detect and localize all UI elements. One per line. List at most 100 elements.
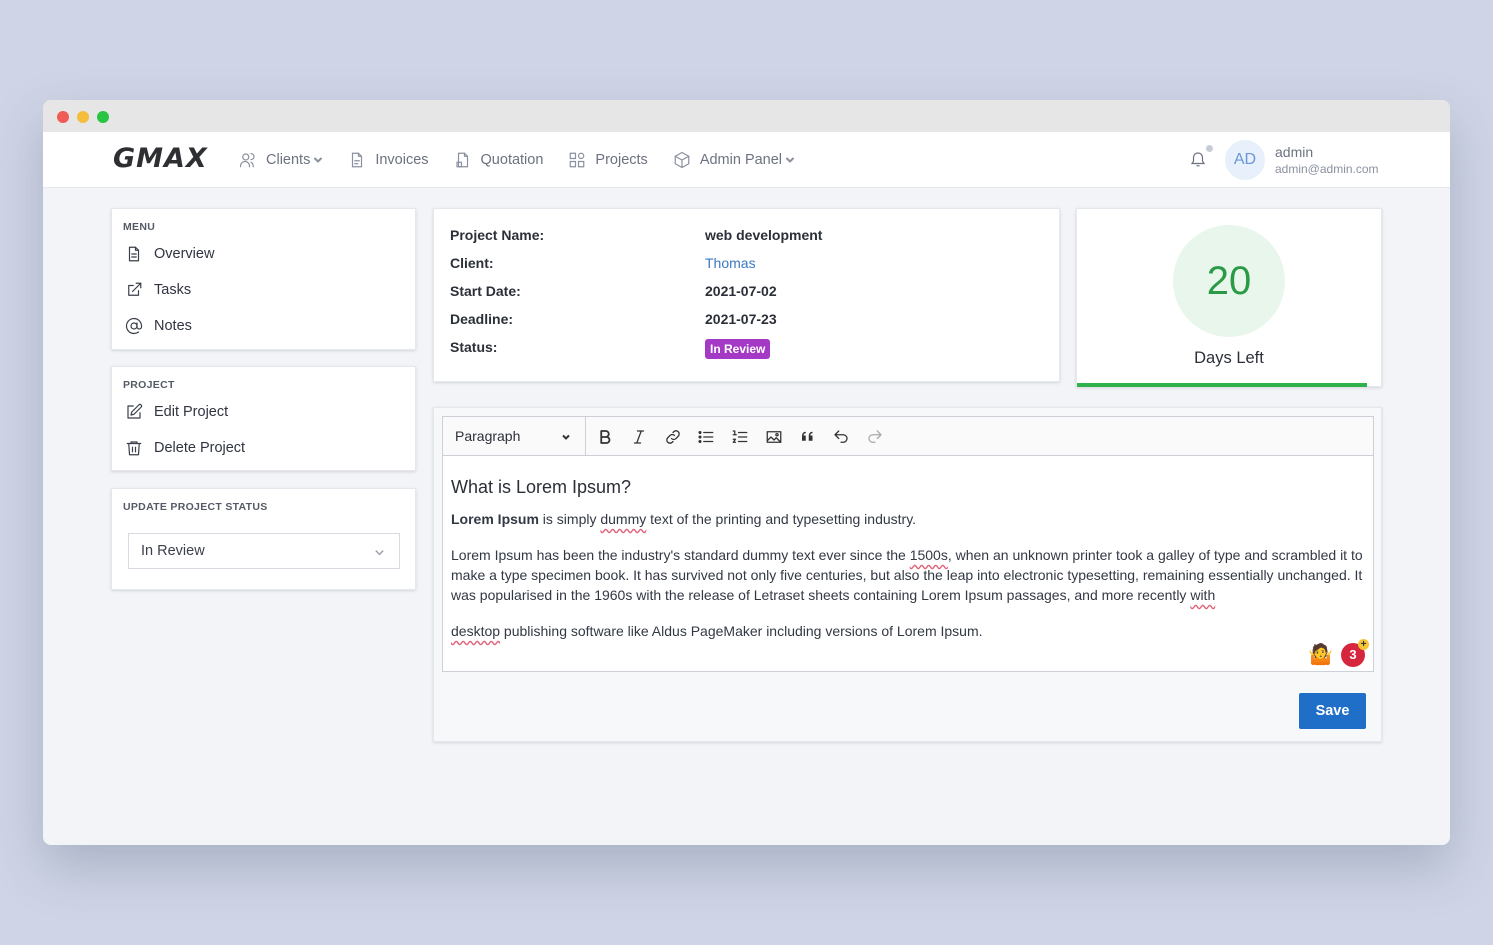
deadline-label: Deadline: [450, 311, 514, 327]
menu-item-label: Tasks [154, 282, 192, 298]
bulleted-list-icon [698, 430, 714, 444]
nav-item-label: Clients [266, 152, 311, 168]
undo-button[interactable] [830, 426, 852, 448]
editor-paragraph-1: Lorem Ipsum is simply dummy text of the … [451, 509, 1365, 529]
menu-item-notes[interactable]: Notes [125, 317, 192, 335]
status-label: Status: [450, 339, 498, 355]
undo-icon [834, 430, 848, 443]
spellcheck-word[interactable]: with [1190, 587, 1215, 603]
project-card: PROJECT Edit Project Delete Project [111, 366, 416, 471]
menu-item-tasks[interactable]: Tasks [125, 281, 191, 299]
text-run: publishing software like Aldus PageMaker… [500, 623, 983, 639]
menu-item-label: Edit Project [154, 404, 229, 420]
days-left-label: Days Left [1194, 349, 1264, 367]
editor-paragraph-2: Lorem Ipsum has been the industry's stan… [451, 545, 1365, 605]
insert-image-button[interactable] [763, 426, 785, 448]
status-select-value: In Review [141, 543, 205, 559]
days-left-card: 20 Days Left [1076, 208, 1382, 387]
bell-icon [1190, 152, 1206, 167]
bold-icon [600, 430, 611, 444]
days-left-progress-bar [1077, 383, 1367, 387]
trash-icon [126, 441, 142, 456]
numbered-list-icon [732, 430, 748, 443]
nav-item-label: Invoices [375, 152, 429, 168]
editor-content[interactable]: What is Lorem Ipsum? Lorem Ipsum is simp… [442, 455, 1374, 672]
user-email: admin@admin.com [1275, 162, 1379, 176]
editor-toolbar: Paragraph [442, 416, 1374, 456]
notification-dot [1206, 145, 1213, 152]
nav-item-quotation[interactable]: Quotation [454, 151, 544, 169]
save-button[interactable]: Save [1299, 693, 1366, 729]
status-select[interactable]: In Review [128, 533, 400, 569]
delete-project-button[interactable]: Delete Project [125, 439, 245, 457]
nav-menu: Clients Invoices Quotation Projects Admi… [239, 132, 820, 188]
file-text-icon [128, 246, 140, 262]
edit-project-button[interactable]: Edit Project [125, 403, 228, 421]
link-icon [666, 430, 680, 444]
minimize-window-button[interactable] [77, 111, 89, 123]
users-icon [239, 153, 255, 168]
menu-item-label: Overview [154, 246, 215, 262]
italic-button[interactable] [628, 426, 650, 448]
chevron-down-icon [314, 157, 323, 163]
block-quote-button[interactable] [797, 426, 819, 448]
editor-paragraph-3: desktop publishing software like Aldus P… [451, 621, 1365, 641]
menu-item-label: Notes [154, 318, 192, 334]
quote-icon [802, 431, 813, 441]
spellcheck-word[interactable]: dummy [600, 511, 646, 527]
file-icon [352, 152, 363, 168]
menu-item-overview[interactable]: Overview [125, 245, 214, 263]
project-title: PROJECT [123, 379, 175, 391]
nav-item-invoices[interactable]: Invoices [348, 151, 429, 169]
nav-item-admin-panel[interactable]: Admin Panel [673, 151, 795, 169]
collaborators-widget[interactable]: 🤷 3 + [1308, 639, 1369, 667]
nav-item-projects[interactable]: Projects [568, 151, 648, 169]
external-link-icon [128, 282, 142, 296]
app-logo[interactable]: GMAX [113, 143, 208, 174]
text-run: Lorem Ipsum has been the industry's stan… [451, 547, 910, 563]
chevron-down-icon [786, 157, 795, 163]
box-icon [674, 151, 690, 169]
edit-icon [127, 403, 143, 419]
editor-heading: What is Lorem Ipsum? [451, 477, 632, 497]
numbered-list-button[interactable] [729, 426, 751, 448]
nav-item-label: Quotation [480, 152, 544, 168]
nav-item-clients[interactable]: Clients [239, 151, 323, 169]
redo-icon [868, 430, 882, 443]
file-quote-icon [455, 152, 468, 168]
deadline-value: 2021-07-23 [705, 311, 777, 327]
window-titlebar [43, 100, 1450, 132]
shrug-emoji-icon: 🤷 [1308, 644, 1333, 666]
close-window-button[interactable] [57, 111, 69, 123]
client-label: Client: [450, 255, 494, 271]
menu-title: MENU [123, 221, 156, 233]
bulleted-list-button[interactable] [695, 426, 717, 448]
project-name-label: Project Name: [450, 227, 545, 243]
client-link[interactable]: Thomas [705, 255, 756, 271]
status-badge: In Review [705, 339, 771, 359]
spellcheck-word[interactable]: desktop [451, 623, 500, 639]
bold-button[interactable] [594, 426, 616, 448]
days-left-count: 20 [1173, 225, 1285, 337]
collaborators-count-badge[interactable]: 3 + [1341, 639, 1369, 667]
maximize-window-button[interactable] [97, 111, 109, 123]
menu-item-label: Delete Project [154, 440, 246, 456]
block-type-value: Paragraph [455, 428, 521, 444]
menu-card: MENU Overview Tasks Notes [111, 208, 416, 350]
avatar[interactable]: AD [1225, 140, 1265, 180]
start-date-value: 2021-07-02 [705, 283, 777, 299]
at-sign-icon [125, 317, 143, 335]
notifications-button[interactable] [1189, 145, 1213, 170]
user-name[interactable]: admin [1275, 144, 1313, 160]
block-type-dropdown[interactable]: Paragraph [443, 417, 586, 455]
update-status-title: UPDATE PROJECT STATUS [123, 501, 268, 513]
text-run: is simply [538, 511, 601, 527]
nav-item-label: Admin Panel [699, 152, 783, 168]
link-button[interactable] [662, 426, 684, 448]
project-name-value: web development [705, 227, 823, 243]
bold-text: Lorem Ipsum [451, 511, 539, 527]
image-icon [766, 431, 782, 443]
top-navbar: GMAX Clients Invoices Quotation Projects [43, 132, 1450, 188]
spellcheck-word[interactable]: 1500s [910, 547, 948, 563]
redo-button[interactable] [864, 426, 886, 448]
